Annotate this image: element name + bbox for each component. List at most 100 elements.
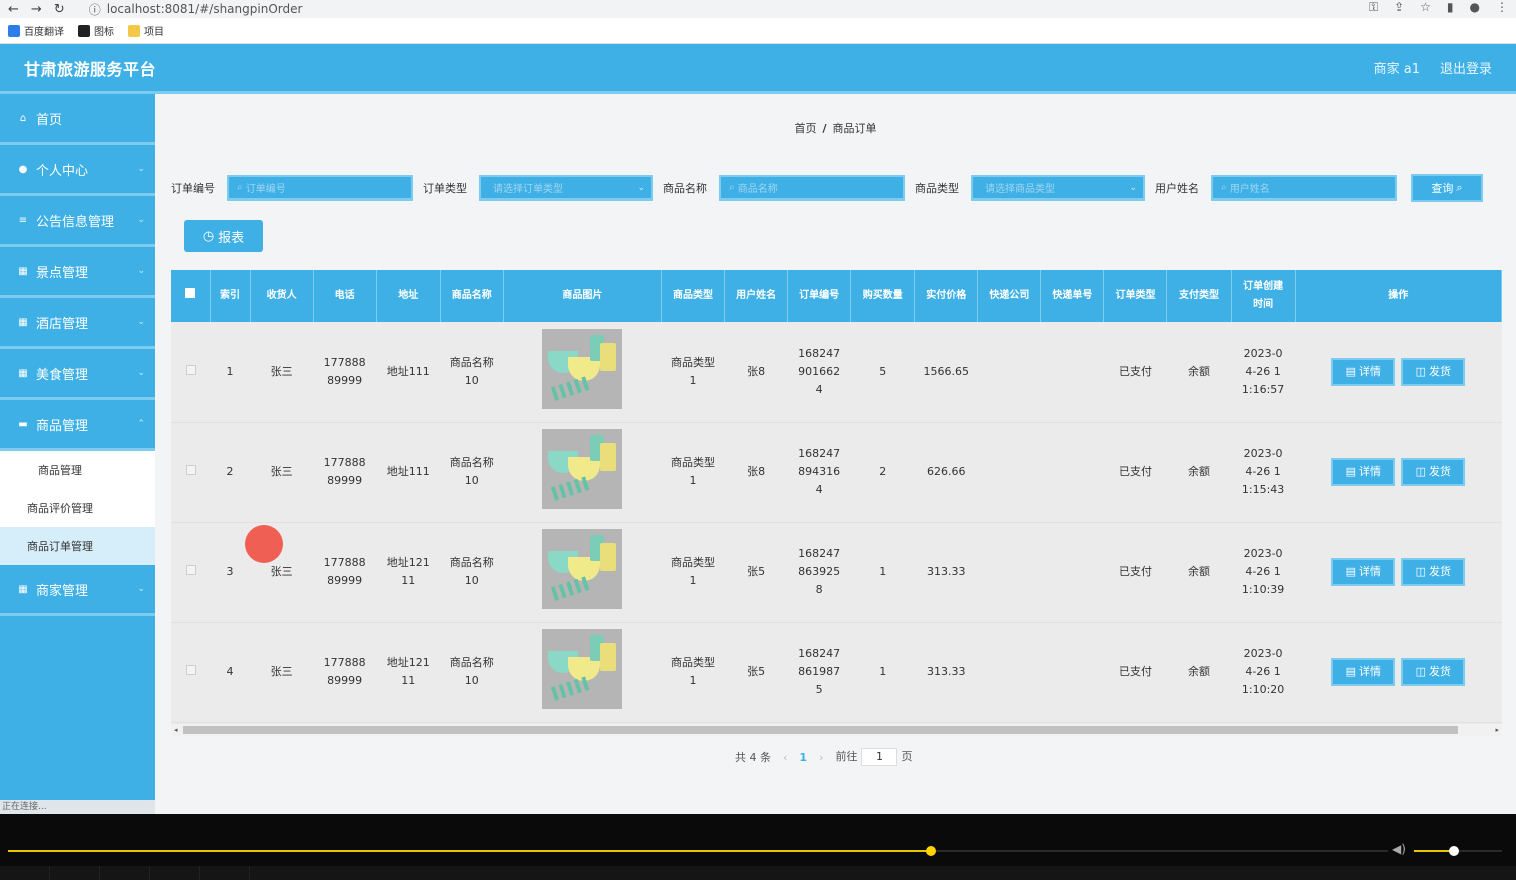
volume-icon[interactable]: ◀) (1392, 842, 1406, 856)
cell-phone: 17788889999 (323, 656, 366, 687)
bookmark-project[interactable]: 项目 (128, 23, 164, 38)
orders-table: 索引 收货人 电话 地址 商品名称 商品图片 商品类型 用户姓名 订单编号 购买… (171, 270, 1502, 736)
sidebar-item-home[interactable]: ⌂ 首页 (0, 94, 155, 145)
product-image[interactable] (542, 429, 623, 509)
bookmark-translate[interactable]: 百度翻译 (8, 23, 64, 38)
next-page-icon[interactable]: › (819, 751, 823, 764)
cell-actions: ▤ 详情 ◫ 发货 (1295, 422, 1501, 522)
username-input[interactable]: ⌕ 用户姓名 (1211, 175, 1397, 201)
pagination: 共 4 条 ‹ 1 › 前往 1 页 (735, 748, 912, 766)
cell-order-no: 1682478639258 (798, 547, 841, 596)
row-select-cell[interactable] (171, 422, 210, 522)
sidebar-item-food[interactable]: ▦ 美食管理 ⌄ (0, 349, 155, 400)
sidebar-subitem-product-reviews[interactable]: 商品评价管理 (0, 489, 155, 527)
row-select-cell[interactable] (171, 522, 210, 622)
sidebar-item-attractions[interactable]: ▦ 景点管理 ⌄ (0, 247, 155, 298)
query-button[interactable]: 查询 ⌕ (1411, 174, 1483, 202)
profile-icon[interactable]: ● (1470, 0, 1480, 15)
image-icon (78, 24, 90, 37)
order-no-input[interactable]: ⌕ 订单编号 (227, 175, 413, 201)
sidebar-subitem-products[interactable]: 商品管理 (0, 451, 155, 489)
list-icon: ≡ (18, 214, 28, 226)
cell-index: 1 (226, 364, 234, 378)
select-all-header[interactable] (171, 270, 211, 322)
volume-knob[interactable] (1449, 846, 1459, 856)
chevron-down-icon: ⌄ (137, 368, 145, 378)
cell-product-type: 商品类型1 (671, 556, 716, 587)
detail-button[interactable]: ▤ 详情 (1331, 558, 1396, 586)
cell-order-no: 1682479016624 (798, 346, 841, 396)
row-checkbox[interactable] (185, 665, 196, 675)
cell-quantity: 2 (879, 465, 887, 478)
report-button[interactable]: ◷ 报表 (184, 220, 263, 252)
breadcrumb-home[interactable]: 首页 (794, 122, 816, 135)
forward-icon[interactable]: → (31, 2, 42, 17)
scroll-left-icon[interactable]: ◂ (174, 724, 178, 736)
cell-product-name: 商品名称10 (449, 456, 494, 487)
cell-phone: 17788889999 (323, 355, 366, 387)
cell-order-type: 已支付 (1118, 565, 1152, 578)
ship-button[interactable]: ◫ 发货 (1401, 558, 1466, 586)
table-row: 4 张三 17788889999 地址12111 商品名称10 商品类型1 张5 168247… (171, 622, 1502, 722)
row-checkbox[interactable] (185, 465, 196, 475)
menu-dots-icon[interactable]: ⋮ (1496, 0, 1508, 15)
cell-product-image (503, 322, 661, 422)
col-header: 商品图片 (503, 270, 662, 322)
detail-button[interactable]: ▤ 详情 (1331, 458, 1396, 486)
col-header: 操作 (1295, 270, 1502, 322)
row-checkbox[interactable] (185, 364, 196, 375)
product-type-select[interactable]: 请选择商品类型 ⌄ (971, 175, 1145, 201)
sidebar-item-merchants[interactable]: ▦ 商家管理 ⌄ (0, 565, 155, 616)
ship-button[interactable]: ◫ 发货 (1401, 458, 1466, 486)
row-select-cell[interactable] (171, 622, 210, 722)
scrollbar-thumb[interactable] (183, 726, 1458, 734)
sidebar-item-personal-center[interactable]: ● 个人中心 ⌄ (0, 145, 155, 196)
sidebar-item-announcements[interactable]: ≡ 公告信息管理 ⌄ (0, 196, 155, 247)
product-image[interactable] (542, 328, 623, 409)
document-icon: ▤ (1345, 465, 1356, 478)
row-checkbox[interactable] (185, 565, 196, 575)
goto-page-input[interactable]: 1 (861, 748, 898, 766)
sidebar-subitem-product-orders[interactable]: 商品订单管理 (0, 527, 155, 565)
product-image[interactable] (542, 529, 623, 609)
bookmark-icons[interactable]: 图标 (78, 23, 114, 38)
logout-button[interactable]: 退出登录 (1440, 58, 1492, 77)
row-select-cell[interactable] (171, 322, 210, 422)
product-name-input[interactable]: ⌕ 商品名称 (719, 175, 905, 201)
cell-product-name: 商品名称10 (449, 556, 494, 587)
address-bar[interactable]: ⓘ localhost:8081/#/shangpinOrder (89, 1, 303, 18)
reload-icon[interactable]: ↻ (54, 2, 65, 17)
back-icon[interactable]: ← (8, 2, 19, 17)
horizontal-scrollbar[interactable]: ◂ ▸ (171, 724, 1502, 736)
col-header: 用户姓名 (724, 270, 789, 322)
share-icon[interactable]: ⇪ (1394, 0, 1404, 15)
cell-product-type: 商品类型1 (671, 656, 716, 687)
col-header: 收货人 (250, 270, 314, 322)
breadcrumb-current: 商品订单 (832, 122, 877, 135)
cell-order-type: 已支付 (1118, 665, 1152, 678)
cell-order-type: 已支付 (1118, 364, 1152, 378)
sidebar-item-products[interactable]: ▬ 商品管理 ⌃ (0, 400, 155, 451)
detail-button[interactable]: ▤ 详情 (1331, 658, 1396, 686)
username-label: 用户姓名 (1155, 182, 1199, 195)
detail-button[interactable]: ▤ 详情 (1331, 357, 1396, 386)
current-page[interactable]: 1 (799, 751, 807, 764)
ship-button[interactable]: ◫ 发货 (1401, 357, 1466, 386)
order-type-select[interactable]: 请选择订单类型 ⌄ (479, 175, 653, 201)
star-icon[interactable]: ☆ (1420, 0, 1431, 15)
scroll-right-icon[interactable]: ▸ (1495, 724, 1499, 736)
search-icon: ⌕ (237, 182, 243, 193)
cell-quantity: 1 (879, 665, 887, 678)
sidebar-icon[interactable]: ▮ (1447, 0, 1454, 15)
select-all-checkbox[interactable] (185, 288, 196, 298)
ship-button[interactable]: ◫ 发货 (1401, 658, 1466, 686)
cell-phone: 17788889999 (323, 556, 366, 587)
prev-page-icon[interactable]: ‹ (783, 751, 787, 764)
key-icon[interactable]: ⚿ (1369, 0, 1378, 15)
cell-courier (978, 422, 1041, 522)
product-image[interactable] (542, 629, 623, 709)
sidebar-item-hotels[interactable]: ▦ 酒店管理 ⌄ (0, 298, 155, 349)
col-header: 快递单号 (1040, 270, 1105, 322)
chevron-down-icon: ⌄ (137, 317, 145, 327)
progress-knob[interactable] (926, 846, 936, 856)
